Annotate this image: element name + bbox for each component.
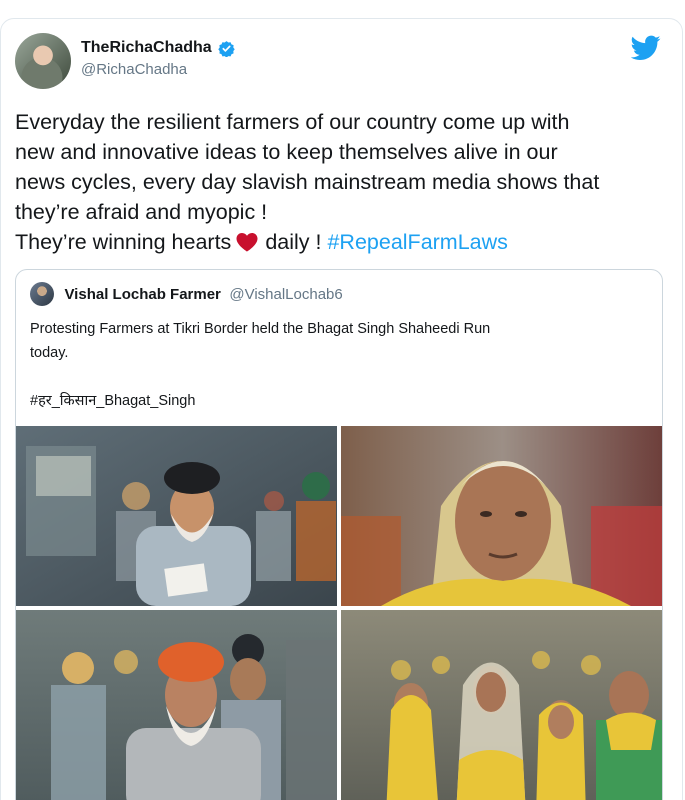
- hashtag-link[interactable]: #RepealFarmLaws: [327, 230, 507, 254]
- quoted-tweet-header: Vishal Lochab Farmer @VishalLochab6: [30, 282, 343, 306]
- tweet-text-line: news cycles, every day slavish mainstrea…: [15, 170, 600, 194]
- quoted-author-handle[interactable]: @VishalLochab6: [229, 286, 342, 303]
- red-heart-icon: [236, 233, 258, 252]
- photo-4[interactable]: [341, 610, 662, 800]
- photo-2[interactable]: [341, 426, 662, 606]
- quoted-tweet-text: Protesting Farmers at Tikri Border held …: [30, 317, 650, 413]
- photo-1[interactable]: [16, 426, 337, 606]
- photo-3[interactable]: [16, 610, 337, 800]
- quoted-text-line: Protesting Farmers at Tikri Border held …: [30, 321, 491, 337]
- tweet-text-fragment: daily !: [265, 230, 322, 254]
- verified-badge-icon: [218, 40, 235, 57]
- twitter-bird-icon[interactable]: [631, 35, 661, 61]
- quoted-text-line: today.: [30, 345, 69, 361]
- tweet-text-line: new and innovative ideas to keep themsel…: [15, 140, 558, 164]
- author-name-block: TheRichaChadha @RichaChadha: [81, 39, 235, 78]
- tweet-card[interactable]: TheRichaChadha @RichaChadha Everyday the…: [0, 18, 683, 800]
- quoted-author-avatar[interactable]: [30, 282, 54, 306]
- quoted-author-name[interactable]: Vishal Lochab Farmer: [64, 286, 220, 303]
- quoted-tweet[interactable]: Vishal Lochab Farmer @VishalLochab6 Prot…: [15, 269, 663, 800]
- author-display-name[interactable]: TheRichaChadha: [81, 39, 212, 57]
- quoted-text-line: [30, 365, 650, 389]
- tweet-text-last-line: They’re winning hearts daily ! #RepealFar…: [15, 227, 665, 257]
- author-avatar[interactable]: [15, 33, 71, 89]
- tweet-header: TheRichaChadha @RichaChadha: [15, 33, 665, 91]
- tweet-text-line: they’re afraid and myopic !: [15, 200, 268, 224]
- tweet-body: Everyday the resilient farmers of our co…: [15, 107, 665, 257]
- tweet-text-line: Everyday the resilient farmers of our co…: [15, 110, 570, 134]
- author-handle[interactable]: @RichaChadha: [81, 61, 235, 78]
- tweet-text-fragment: They’re winning hearts: [15, 230, 232, 254]
- photo-grid: [16, 426, 662, 800]
- quoted-hashtag[interactable]: #हर_किसान_Bhagat_Singh: [30, 389, 650, 413]
